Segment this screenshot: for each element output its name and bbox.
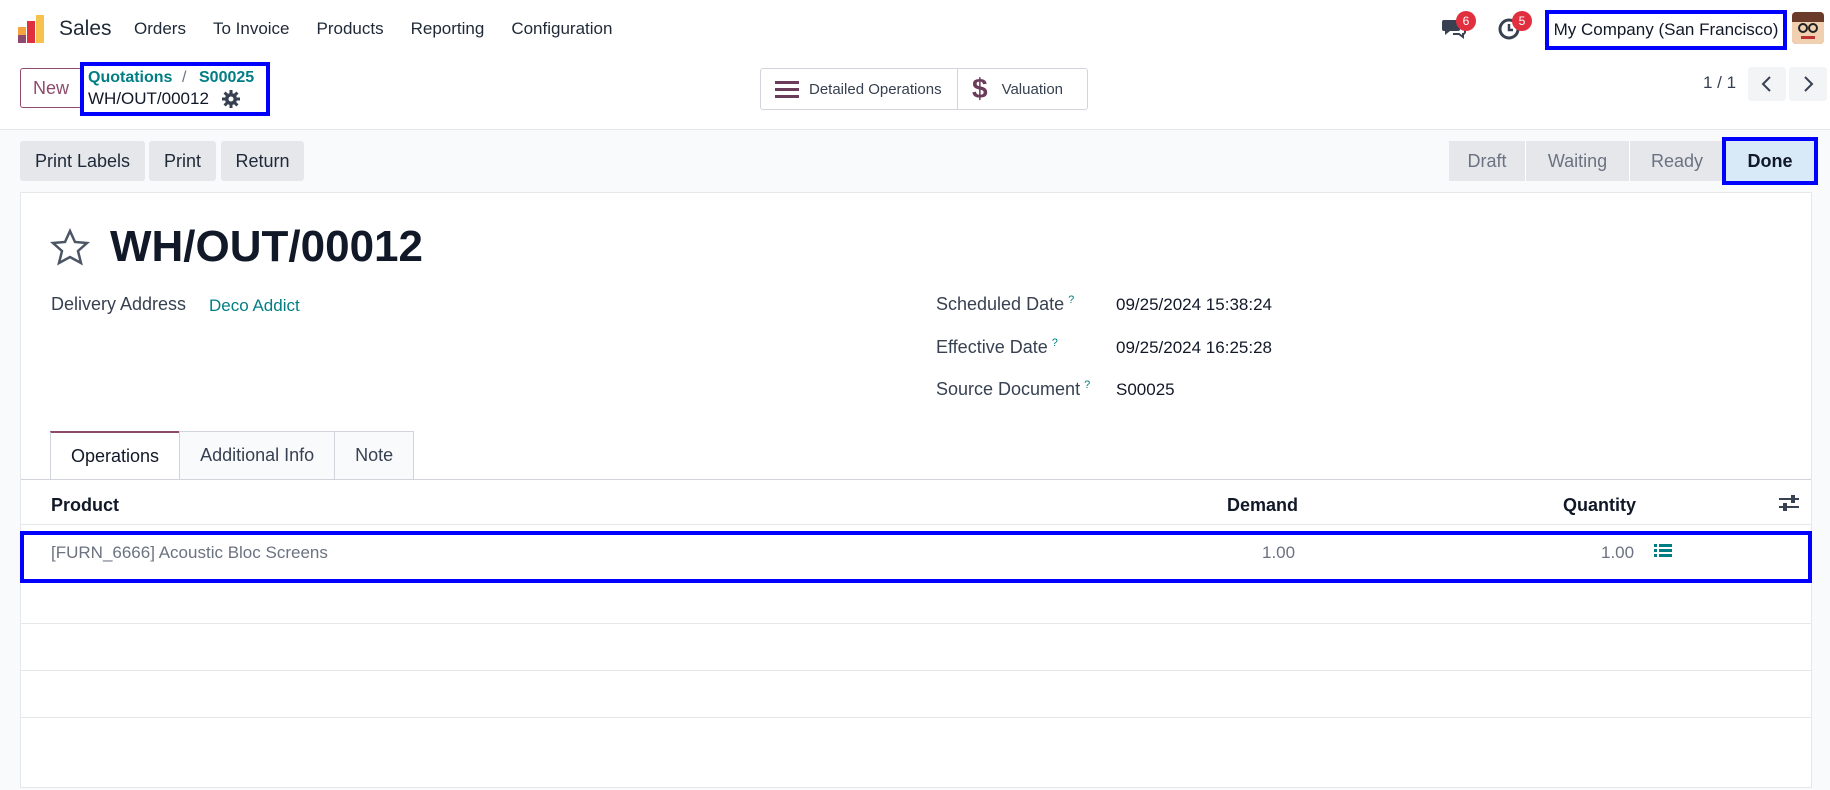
help-icon[interactable]: ? [1084,379,1090,391]
detailed-list-icon[interactable] [1654,543,1672,559]
empty-row [21,670,1811,716]
chevron-right-icon [1804,76,1814,92]
row-product[interactable]: [FURN_6666] Acoustic Bloc Screens [51,543,328,563]
list-bars-icon [775,81,799,98]
menu-products[interactable]: Products [317,19,384,39]
column-settings-icon[interactable] [1779,494,1799,512]
scheduled-date-label: Scheduled Date? [936,294,1074,315]
row-quantity[interactable]: 1.00 [1601,543,1634,563]
stage-ready[interactable]: Ready [1629,141,1724,181]
pager-previous-button[interactable] [1748,67,1786,101]
activities-badge: 5 [1512,11,1532,31]
print-button[interactable]: Print [149,141,216,181]
pager-value[interactable]: 1 / 1 [1703,73,1736,93]
breadcrumb-separator: / [182,69,187,86]
effective-date-label-text: Effective Date [936,337,1048,357]
detailed-operations-label: Detailed Operations [809,80,942,98]
delivery-address-link[interactable]: Deco Addict [209,296,300,316]
scheduled-date-label-text: Scheduled Date [936,294,1065,314]
source-document-value[interactable]: S00025 [1116,380,1175,400]
breadcrumb-quotations[interactable]: Quotations [88,69,172,87]
stage-waiting[interactable]: Waiting [1525,141,1629,181]
row-demand[interactable]: 1.00 [1262,543,1295,563]
help-icon[interactable]: ? [1068,294,1074,306]
menu-reporting[interactable]: Reporting [411,19,485,39]
top-navbar: Sales Orders To Invoice Products Reporti… [0,0,1830,58]
source-document-label: Source Document? [936,379,1090,400]
new-button[interactable]: New [20,68,82,108]
menu-to-invoice[interactable]: To Invoice [213,19,290,39]
print-labels-button[interactable]: Print Labels [20,141,145,181]
messages-badge: 6 [1456,11,1476,31]
menu-orders[interactable]: Orders [134,19,186,39]
tab-operations[interactable]: Operations [50,431,181,479]
tab-additional-info[interactable]: Additional Info [179,431,336,479]
breadcrumb-current: WH/OUT/00012 [88,89,209,108]
notebook-tabs: Operations Additional Info Note [50,431,415,479]
star-icon[interactable] [50,228,90,268]
valuation-button[interactable]: $ Valuation [958,69,1063,109]
company-switcher[interactable]: My Company (San Francisco) [1545,10,1787,50]
empty-row [21,717,1811,763]
tab-note[interactable]: Note [334,431,415,479]
breadcrumb-order[interactable]: S00025 [199,69,254,87]
column-quantity[interactable]: Quantity [1563,495,1636,516]
empty-row [21,623,1811,669]
stage-draft[interactable]: Draft [1449,141,1525,181]
effective-date-value[interactable]: 09/25/2024 16:25:28 [1116,338,1272,358]
chevron-left-icon [1761,76,1771,92]
pager-next-button[interactable] [1789,67,1827,101]
scheduled-date-value[interactable]: 09/25/2024 15:38:24 [1116,295,1272,315]
help-icon[interactable]: ? [1052,337,1058,349]
table-header: Product Demand Quantity [21,479,1811,525]
effective-date-label: Effective Date? [936,337,1058,358]
user-avatar[interactable] [1792,12,1824,44]
gear-icon[interactable] [222,90,240,108]
source-document-label-text: Source Document [936,379,1081,399]
smart-buttons: Detailed Operations $ Valuation [760,68,1088,110]
dollar-icon: $ [972,73,988,104]
record-title: WH/OUT/00012 [110,222,423,271]
delivery-address-label: Delivery Address [51,294,187,314]
app-name[interactable]: Sales [59,17,112,41]
valuation-label: Valuation [1001,80,1064,98]
stage-done-highlight [1722,137,1818,185]
column-product[interactable]: Product [51,495,119,516]
app-logo-icon[interactable] [18,15,46,43]
column-demand[interactable]: Demand [1227,495,1298,516]
detailed-operations-button[interactable]: Detailed Operations [761,69,958,109]
menu-configuration[interactable]: Configuration [511,19,612,39]
avatar-face-icon [1792,12,1824,44]
main-menu: Orders To Invoice Products Reporting Con… [134,19,639,39]
return-button[interactable]: Return [221,141,304,181]
